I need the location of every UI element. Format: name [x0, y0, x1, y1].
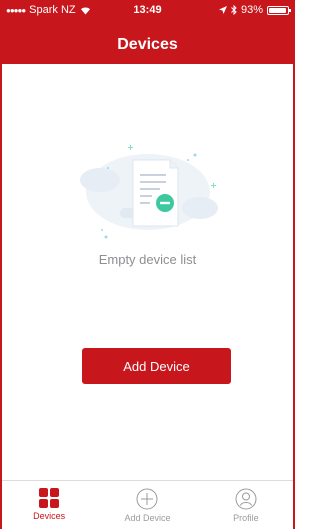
- tab-devices[interactable]: Devices: [0, 481, 98, 530]
- empty-document-illustration: [80, 145, 218, 239]
- tab-devices-label: Devices: [33, 511, 66, 521]
- status-bar: ●●●●● Spark NZ 13:49 93%: [0, 0, 295, 20]
- empty-state-message: Empty device list: [98, 252, 197, 267]
- tab-add-device[interactable]: Add Device: [98, 481, 196, 530]
- tab-profile[interactable]: Profile: [197, 481, 295, 530]
- header-bar: ●●●●● Spark NZ 13:49 93% Devices: [0, 0, 295, 64]
- add-device-button[interactable]: Add Device: [82, 348, 231, 384]
- bluetooth-icon: [231, 5, 237, 15]
- location-arrow-icon: [218, 6, 227, 14]
- battery-percentage: 93%: [240, 4, 263, 16]
- page-title: Devices: [117, 36, 178, 53]
- tab-add-device-label: Add Device: [124, 513, 171, 523]
- profile-icon: [235, 488, 257, 510]
- devices-grid-icon: [39, 488, 60, 508]
- add-device-button-label: Add Device: [123, 358, 190, 374]
- plus-circle-icon: [136, 488, 158, 510]
- bottom-tab-bar: Devices Add Device Profile: [0, 480, 295, 530]
- tab-profile-label: Profile: [233, 513, 259, 523]
- battery-icon: [267, 5, 291, 15]
